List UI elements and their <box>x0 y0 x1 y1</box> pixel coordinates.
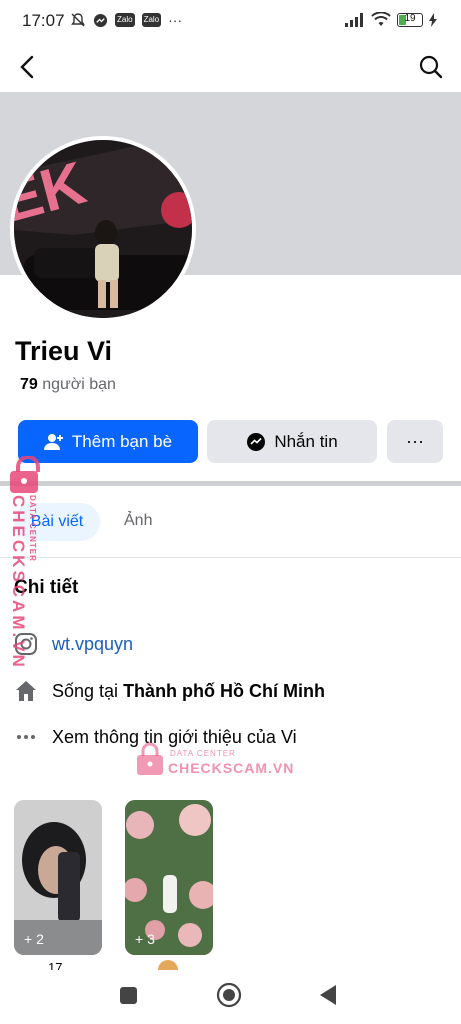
zalo-icon-2: Zalo <box>141 13 162 27</box>
more-notifications: ··· <box>168 12 183 28</box>
home-button-icon[interactable] <box>216 982 242 1008</box>
system-nav-bar <box>0 970 461 1024</box>
featured-photo-1[interactable]: + 2 <box>14 800 102 955</box>
lives-prefix: Sống tại <box>52 680 124 701</box>
message-label: Nhắn tin <box>274 431 338 451</box>
about-link[interactable]: Xem thông tin giới thiệu của Vi <box>52 727 297 748</box>
profile-avatar[interactable]: EK <box>10 136 196 322</box>
featured-count-1: + 2 <box>24 931 44 947</box>
message-button[interactable]: Nhắn tin <box>207 420 377 463</box>
friends-number: 79 <box>20 376 38 393</box>
signal-icon <box>345 12 363 27</box>
watermark-center-small: DATA CENTER <box>170 749 236 758</box>
watermark-center: CHECKSCAM.VN <box>168 760 295 776</box>
messenger-icon <box>93 13 108 27</box>
tabs-divider <box>0 557 461 558</box>
home-icon <box>16 681 36 701</box>
status-time: 17:07 <box>22 11 65 30</box>
notification-icons: Zalo Zalo ··· <box>70 12 182 28</box>
avatar-photo: EK <box>14 140 192 318</box>
lives-in-row: Sống tại Thành phố Hồ Chí Minh <box>14 679 325 703</box>
lives-in-text: Sống tại Thành phố Hồ Chí Minh <box>52 681 325 702</box>
featured-caption-2-emoji <box>158 960 178 970</box>
friends-label: người bạn <box>37 376 116 393</box>
section-divider <box>0 481 461 486</box>
friends-count[interactable]: 79 người bạn <box>20 376 116 394</box>
recent-apps-icon[interactable] <box>120 987 137 1004</box>
avatar-image: EK <box>14 140 192 318</box>
top-bar <box>0 42 461 92</box>
watermark-vertical-small: DATA CENTER <box>28 495 37 562</box>
add-friend-label: Thêm bạn bè <box>71 431 173 451</box>
profile-name: Trieu Vi <box>15 336 113 366</box>
center-lock-icon <box>136 742 164 776</box>
featured-count-2: + 3 <box>135 931 155 947</box>
lives-city: Thành phố Hồ Chí Minh <box>123 680 326 701</box>
back-triangle-icon[interactable] <box>319 984 337 1006</box>
battery-icon: 19 <box>397 12 423 27</box>
lock-logo-icon <box>8 455 48 494</box>
charging-icon <box>429 12 437 27</box>
watermark-vertical: CHECKSCAM.VN <box>9 495 28 670</box>
zalo-icon: Zalo <box>115 13 135 27</box>
battery-level: 19 <box>404 12 416 24</box>
system-icons: 19 <box>345 12 437 27</box>
back-arrow-icon[interactable] <box>16 54 40 80</box>
more-dots-icon <box>17 735 35 739</box>
instagram-row[interactable]: wt.vpquyn <box>14 632 133 656</box>
wifi-icon <box>371 12 391 26</box>
messenger-icon <box>247 432 266 451</box>
search-icon[interactable] <box>418 54 444 80</box>
tab-photos[interactable]: Ảnh <box>124 512 152 530</box>
add-friend-icon <box>43 433 63 450</box>
more-options-button[interactable]: ··· <box>387 420 443 463</box>
mute-bell-icon <box>71 13 85 27</box>
instagram-link[interactable]: wt.vpquyn <box>52 634 133 655</box>
featured-photo-2[interactable]: + 3 <box>125 800 213 955</box>
status-bar: 17:07 Zalo Zalo ··· 19 <box>0 0 461 42</box>
